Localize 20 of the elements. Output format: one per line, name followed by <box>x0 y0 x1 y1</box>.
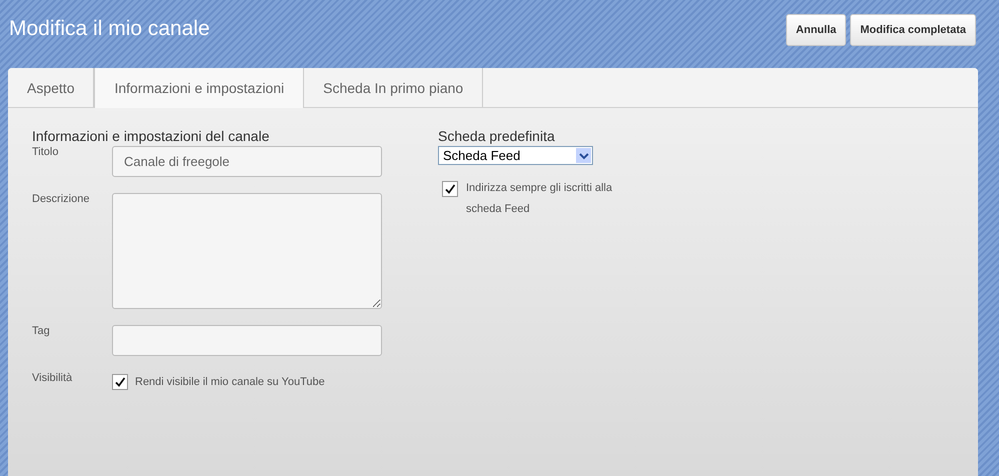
section-heading: Scheda predefinita <box>438 128 556 144</box>
section-heading: Informazioni e impostazioni del canale <box>32 128 270 144</box>
page-title: Modifica il mio canale <box>9 17 210 41</box>
header-button[interactable]: Modifica completata <box>850 14 976 46</box>
description-field[interactable] <box>112 193 382 309</box>
field-label: Tag <box>32 325 51 339</box>
text-field[interactable]: Canale di freegole <box>112 146 382 177</box>
tab-select[interactable]: Scheda Feed <box>438 146 593 165</box>
checkbox[interactable] <box>112 374 128 390</box>
field-label: Descrizione <box>32 193 90 207</box>
field-label: Titolo <box>32 146 60 160</box>
caret-icon <box>576 148 591 163</box>
header-button[interactable]: Annulla <box>786 14 846 46</box>
tab[interactable]: Scheda In primo piano <box>304 68 484 107</box>
field-label: Visibilità <box>32 372 74 386</box>
tab[interactable]: Informazioni e impostazioni <box>94 68 304 108</box>
text-field[interactable] <box>112 325 382 356</box>
checkbox-label: Rendi visibile il mio canale su YouTube <box>135 376 325 388</box>
checkbox[interactable] <box>442 181 458 197</box>
checkbox-label: Indirizza sempre gli iscritti alla scheda Feed <box>466 181 614 217</box>
